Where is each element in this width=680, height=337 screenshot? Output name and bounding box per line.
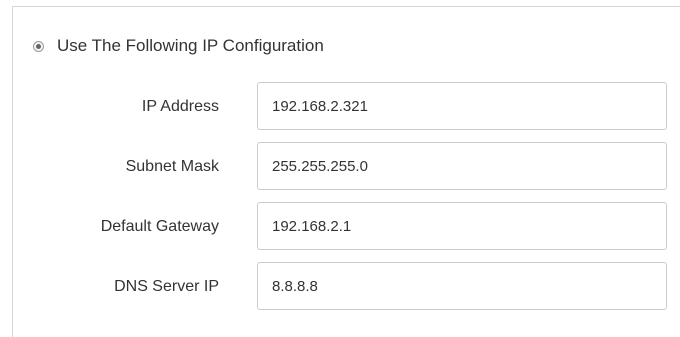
dns-server-ip-label: DNS Server IP [114, 278, 219, 295]
default-gateway-label: Default Gateway [100, 218, 219, 235]
radio-selected-dot [36, 43, 41, 49]
ip-address-label: IP Address [141, 98, 219, 115]
ip-address-input[interactable] [257, 82, 667, 130]
static-ip-radio-option[interactable]: Use The Following IP Configuration [33, 34, 324, 58]
default-gateway-input[interactable] [257, 202, 667, 250]
subnet-mask-label: Subnet Mask [125, 158, 219, 175]
dns-server-ip-input[interactable] [257, 262, 667, 310]
subnet-mask-input[interactable] [257, 142, 667, 190]
static-ip-radio-label: Use The Following IP Configuration [57, 36, 324, 55]
static-ip-radio-button[interactable] [33, 40, 44, 52]
